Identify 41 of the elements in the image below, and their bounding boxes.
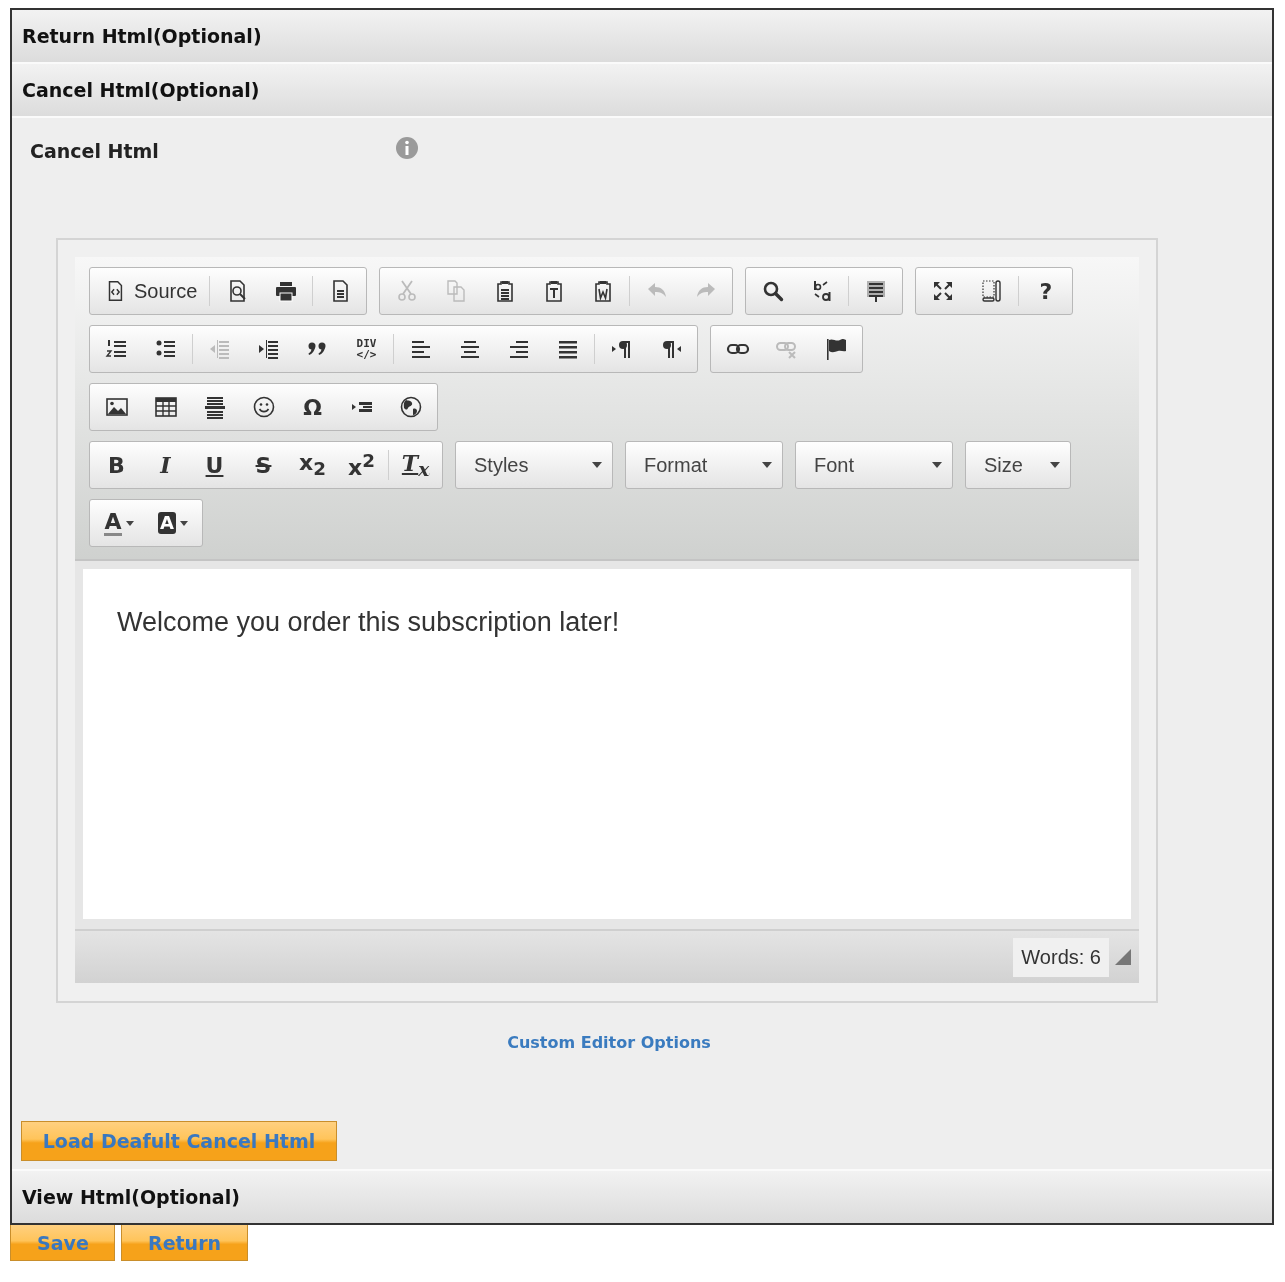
format-button[interactable]: S — [239, 443, 288, 487]
format-button[interactable]: Ω — [288, 385, 337, 429]
caret-icon — [592, 462, 602, 468]
image-icon — [104, 395, 129, 419]
caret-icon — [125, 520, 134, 526]
format-button[interactable]: x$^{2}$ — [337, 443, 386, 487]
section-header[interactable]: Return Html(Optional) — [12, 10, 1272, 64]
source-button[interactable]: Source — [92, 269, 208, 313]
caret-icon — [932, 462, 942, 468]
resize-handle-icon[interactable] — [1115, 949, 1131, 965]
caret-icon — [762, 462, 772, 468]
section-header[interactable]: Cancel Html(Optional) — [12, 64, 1272, 118]
format-button[interactable]: DIV </> — [342, 327, 391, 371]
editor-text: Welcome you order this subscription later! — [117, 607, 621, 638]
dropdown[interactable]: Format — [625, 441, 783, 489]
dropdown[interactable]: Size — [965, 441, 1071, 489]
format-button[interactable]: U — [190, 443, 239, 487]
caret-icon — [1050, 462, 1060, 468]
field-label: Cancel Html — [30, 140, 160, 162]
info-icon[interactable] — [395, 136, 419, 160]
smiley-icon — [251, 395, 276, 419]
format-button[interactable]: B — [92, 443, 141, 487]
dropdown[interactable]: Styles — [455, 441, 613, 489]
printer-icon — [273, 279, 298, 303]
format-button[interactable]: T$_{x}$ — [391, 443, 440, 487]
table-icon — [153, 395, 178, 419]
text-color-button[interactable]: A — [92, 501, 146, 545]
custom-options-link[interactable]: Custom Editor Options — [507, 1033, 711, 1103]
background-color-button[interactable]: A — [146, 501, 200, 545]
caret-icon — [179, 520, 188, 526]
editor-content[interactable]: Welcome you order this subscription later! — [83, 569, 1131, 919]
horizontal-rule-icon — [202, 395, 227, 419]
format-button[interactable]: I — [141, 443, 190, 487]
section-header[interactable]: View Html(Optional) — [12, 1169, 1272, 1223]
format-button[interactable]: ? — [1021, 269, 1071, 313]
word-count: Words: 6 — [1013, 937, 1109, 977]
globe-icon — [398, 395, 423, 419]
show-blocks-icon — [979, 279, 1004, 303]
format-button[interactable]: x$_{2}$ — [288, 443, 337, 487]
dropdown[interactable]: Font — [795, 441, 953, 489]
indent-icon — [256, 337, 281, 361]
